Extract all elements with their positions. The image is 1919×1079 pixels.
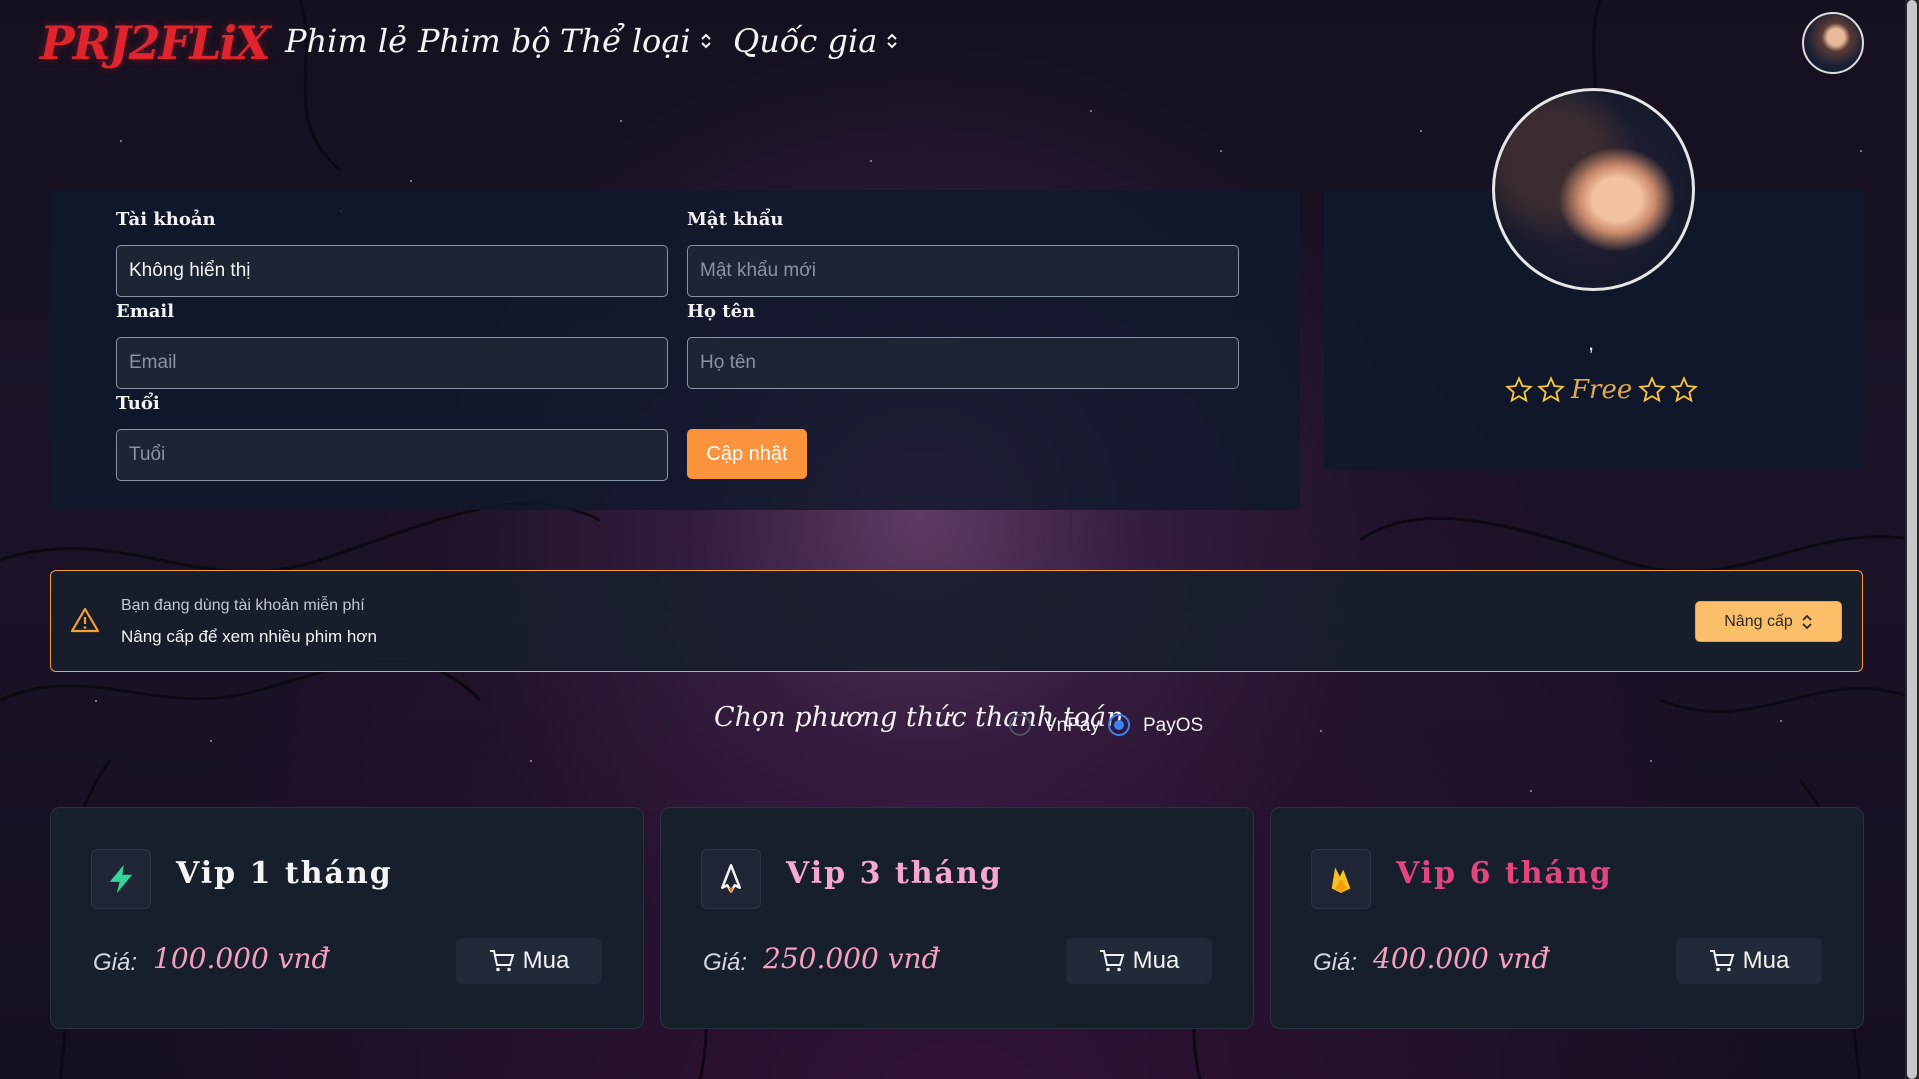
alert-title: Bạn đang dùng tài khoản miễn phí bbox=[121, 597, 365, 614]
nav-quoc-gia-label: Quốc gia bbox=[733, 22, 878, 60]
user-avatar[interactable] bbox=[1802, 12, 1864, 74]
new-password-field[interactable] bbox=[687, 245, 1239, 297]
upgrade-button-label: Nâng cấp bbox=[1724, 612, 1793, 630]
lightning-icon bbox=[91, 849, 151, 909]
plan-title: Vip 1 tháng bbox=[176, 856, 393, 891]
buy-button-label: Mua bbox=[522, 947, 570, 974]
nav-phim-le[interactable]: Phim lẻ bbox=[285, 22, 407, 60]
free-account-alert bbox=[50, 570, 1863, 672]
buy-button[interactable]: Mua bbox=[1066, 938, 1212, 984]
tier-label: Free bbox=[1571, 375, 1633, 405]
star-icon bbox=[1670, 376, 1699, 403]
rocket-icon bbox=[701, 849, 761, 909]
nav-the-loai-label: Thể loại bbox=[560, 22, 691, 60]
nav-phim-le-label: Phim lẻ bbox=[285, 22, 408, 60]
top-navbar: PRJ2FLiX Phim lẻ Phim bộ Thể loại Quốc g… bbox=[0, 0, 1919, 90]
payos-radio[interactable] bbox=[1108, 714, 1130, 736]
account-field[interactable] bbox=[116, 245, 668, 297]
nav-phim-bo-label: Phim bộ bbox=[418, 22, 551, 60]
plan-card-vip-1: Vip 1 tháng Giá: 100.000 vnđ Mua bbox=[50, 807, 644, 1029]
vnpay-radio[interactable] bbox=[1009, 714, 1031, 736]
account-label: Tài khoản bbox=[116, 209, 216, 230]
nav-quoc-gia-dropdown[interactable]: Quốc gia bbox=[733, 22, 899, 60]
star-icon bbox=[1537, 376, 1565, 403]
age-label: Tuổi bbox=[116, 393, 160, 414]
plan-title: Vip 6 tháng bbox=[1396, 856, 1613, 891]
nav-phim-bo[interactable]: Phim bộ bbox=[418, 22, 551, 60]
vnpay-label[interactable]: VnPay bbox=[1044, 715, 1100, 737]
buy-button[interactable]: Mua bbox=[456, 938, 602, 984]
update-button[interactable]: Cập nhật bbox=[687, 429, 807, 479]
chevron-updown-icon bbox=[700, 33, 711, 49]
plan-price: 100.000 vnđ bbox=[153, 942, 330, 975]
cart-icon bbox=[1099, 950, 1125, 972]
age-field[interactable] bbox=[116, 429, 668, 481]
profile-avatar bbox=[1492, 88, 1695, 291]
plan-price: 250.000 vnđ bbox=[763, 942, 940, 975]
nav-the-loai-dropdown[interactable]: Thể loại bbox=[560, 22, 713, 60]
star-icon bbox=[1638, 376, 1667, 403]
alert-message: Nâng cấp để xem nhiều phim hơn bbox=[121, 627, 377, 646]
buy-button-label: Mua bbox=[1132, 947, 1180, 974]
tier-rating: Free bbox=[1505, 375, 1699, 405]
cart-icon bbox=[1709, 950, 1735, 972]
chevron-updown-icon bbox=[1802, 614, 1812, 629]
upgrade-button[interactable]: Nâng cấp bbox=[1695, 601, 1842, 642]
fire-icon bbox=[1311, 849, 1371, 909]
profile-name: , bbox=[1588, 330, 1595, 355]
buy-button[interactable]: Mua bbox=[1676, 938, 1822, 984]
cart-icon bbox=[489, 950, 515, 972]
chevron-updown-icon bbox=[887, 33, 898, 49]
plan-price: 400.000 vnđ bbox=[1373, 942, 1550, 975]
payos-label[interactable]: PayOS bbox=[1143, 715, 1203, 737]
scrollbar-thumb[interactable] bbox=[1907, 0, 1917, 1079]
buy-button-label: Mua bbox=[1742, 947, 1790, 974]
warning-icon bbox=[70, 607, 100, 633]
price-label: Giá: bbox=[93, 949, 138, 976]
fullname-label: Họ tên bbox=[687, 301, 756, 322]
price-label: Giá: bbox=[1313, 949, 1358, 976]
plan-title: Vip 3 tháng bbox=[786, 856, 1003, 891]
fullname-field[interactable] bbox=[687, 337, 1239, 389]
email-label: Email bbox=[116, 301, 175, 322]
password-label: Mật khẩu bbox=[687, 209, 784, 230]
email-field[interactable] bbox=[116, 337, 668, 389]
price-label: Giá: bbox=[703, 949, 748, 976]
page-scrollbar[interactable] bbox=[1905, 0, 1919, 1079]
star-icon bbox=[1505, 376, 1533, 403]
plan-card-vip-3: Vip 3 tháng Giá: 250.000 vnđ Mua bbox=[660, 807, 1254, 1029]
site-logo[interactable]: PRJ2FLiX bbox=[40, 16, 271, 70]
plan-card-vip-6: Vip 6 tháng Giá: 400.000 vnđ Mua bbox=[1270, 807, 1864, 1029]
